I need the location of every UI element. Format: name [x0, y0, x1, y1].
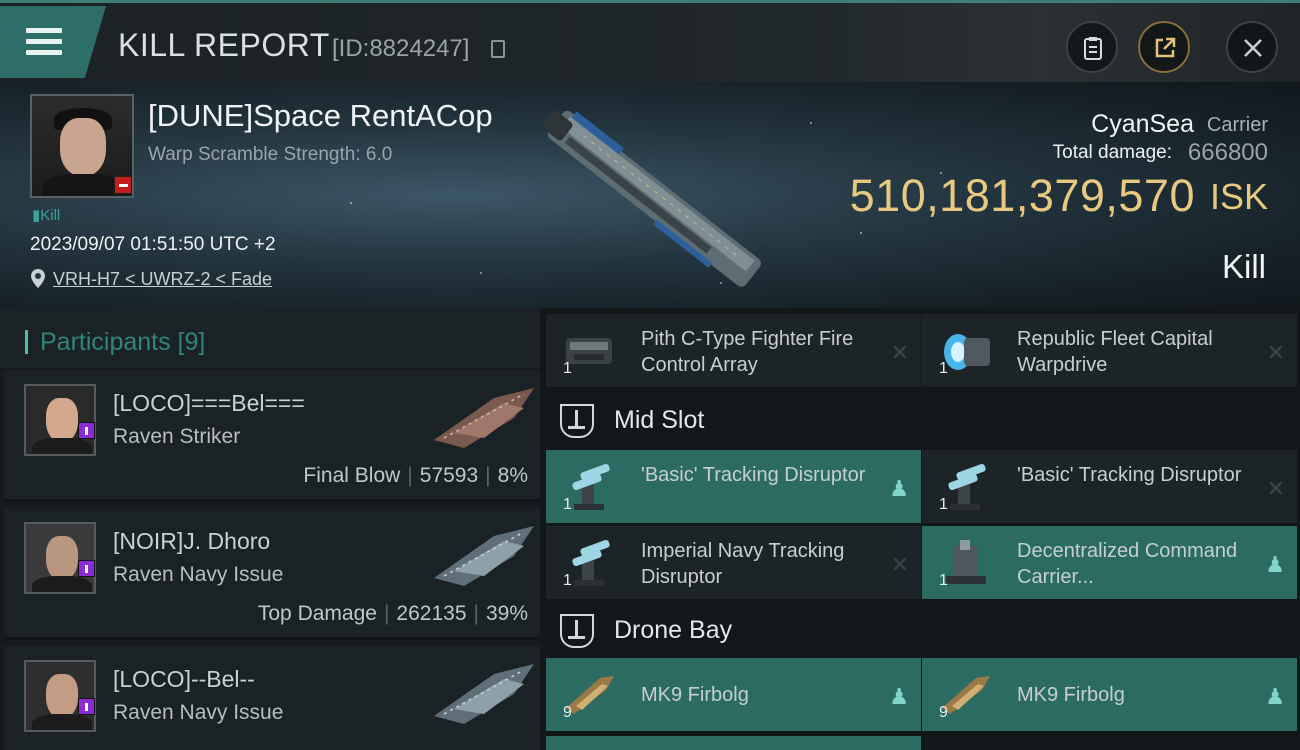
warp-scramble-strength: Warp Scramble Strength: 6.0: [148, 144, 393, 165]
item-quantity: 9: [563, 704, 572, 721]
item-name: 'Basic' Tracking Disruptor: [641, 464, 866, 486]
info-badge: [78, 698, 95, 715]
participant-portrait: [24, 522, 96, 594]
menu-icon: [26, 28, 62, 33]
drone-bay-label: Drone Bay: [614, 616, 733, 644]
stat-label: Final Blow: [303, 464, 401, 487]
page-title: KILL REPORT: [118, 27, 330, 63]
participant-ship-image: [434, 526, 534, 586]
item-name: MK9 Firbolg: [1017, 684, 1125, 706]
drone-bay-header: Drone Bay: [546, 604, 1296, 656]
item-quantity: 1: [939, 360, 948, 377]
item-name: 'Basic' Tracking Disruptor: [1017, 464, 1242, 486]
damage-value: 57593: [419, 464, 479, 487]
participant-row[interactable]: [LOCO]--Bel-- Raven Navy Issue: [4, 646, 540, 750]
item-quantity: 1: [563, 360, 572, 377]
item-name: Imperial Navy Tracking Disruptor: [641, 540, 845, 588]
item-card[interactable]: 1 Republic Fleet Capital Warpdrive ✕: [922, 314, 1297, 387]
share-icon: [1155, 37, 1176, 58]
item-card[interactable]: 9 MK9 Firbolg ♟: [922, 658, 1297, 731]
participant-stats: Final Blow | 57593 | 8%: [303, 464, 528, 487]
close-icon: [1244, 39, 1262, 57]
participant-ship: Raven Navy Issue: [113, 563, 284, 586]
clipboard-button[interactable]: [1066, 21, 1118, 73]
dropped-icon: ♟: [889, 476, 909, 501]
mid-slot-icon: [560, 404, 594, 438]
victim-ship-class: Carrier: [1206, 114, 1268, 136]
kill-tag-label: Kill: [40, 207, 61, 224]
kill-tag: ▮Kill: [32, 207, 61, 224]
item-name: MK9 Firbolg: [641, 684, 749, 706]
mid-slot-header: Mid Slot: [546, 394, 1296, 446]
participants-panel: Participants [9] [LOCO]===Bel=== Raven S…: [0, 308, 540, 750]
copy-icon[interactable]: [491, 40, 505, 58]
victim-ship-image: [541, 110, 761, 287]
mid-slot-label: Mid Slot: [614, 406, 705, 434]
participant-ship-image: [434, 664, 534, 724]
damage-percent: 39%: [485, 602, 528, 625]
victim-name[interactable]: [DUNE]Space RentACop: [148, 98, 493, 134]
participant-row[interactable]: [NOIR]J. Dhoro Raven Navy Issue Top Dama…: [4, 508, 540, 640]
location-link[interactable]: VRH-H7 < UWRZ-2 < Fade: [53, 269, 272, 290]
item-card[interactable]: [546, 736, 921, 750]
victim-ship-name[interactable]: CyanSea: [1091, 110, 1194, 139]
participant-portrait: [24, 660, 96, 732]
participant-ship: Raven Navy Issue: [113, 701, 284, 724]
kill-datetime: 2023/09/07 01:51:50 UTC +2: [30, 234, 276, 255]
participant-name: [NOIR]J. Dhoro: [113, 528, 271, 554]
kill-type: Kill: [1221, 248, 1266, 285]
total-damage-value: 666800: [1187, 139, 1268, 166]
item-name: Decentralized Command Carrier...: [1017, 540, 1238, 588]
standing-badge: [114, 176, 132, 194]
top-bar: KILL REPORT [ID:8824247]: [0, 0, 1300, 82]
damage-percent: 8%: [497, 464, 528, 487]
item-card[interactable]: 1 Imperial Navy Tracking Disruptor ✕: [546, 526, 921, 599]
close-button[interactable]: [1226, 21, 1278, 73]
total-damage-label: Total damage:: [1052, 142, 1172, 163]
menu-button[interactable]: [0, 6, 106, 78]
participant-name: [LOCO]===Bel===: [113, 390, 305, 416]
dropped-icon: ♟: [1265, 552, 1285, 577]
dropped-icon: ♟: [1265, 684, 1285, 709]
item-card[interactable]: 1 'Basic' Tracking Disruptor ♟: [546, 450, 921, 523]
item-card[interactable]: 1 Decentralized Command Carrier... ♟: [922, 526, 1297, 599]
item-name: Republic Fleet Capital Warpdrive: [1017, 328, 1213, 376]
item-name: Pith C-Type Fighter Fire Control Array: [641, 328, 854, 376]
stat-label: Top Damage: [257, 602, 377, 625]
destroyed-icon: ✕: [890, 340, 909, 365]
info-badge: [78, 560, 95, 577]
item-card[interactable]: 9 MK9 Firbolg ♟: [546, 658, 921, 731]
destroyed-icon: ✕: [1266, 340, 1285, 365]
report-id: [ID:8824247]: [332, 35, 470, 62]
item-quantity: 1: [563, 572, 572, 589]
items-panel: 1 Pith C-Type Fighter Fire Control Array…: [540, 308, 1300, 750]
share-button[interactable]: [1138, 21, 1190, 73]
item-quantity: 1: [563, 496, 572, 513]
participant-ship: Raven Striker: [113, 425, 241, 448]
destroyed-icon: ✕: [1266, 476, 1285, 501]
clipboard-icon: [1084, 37, 1102, 60]
participant-portrait: [24, 384, 96, 456]
item-card[interactable]: 1 Pith C-Type Fighter Fire Control Array…: [546, 314, 921, 387]
item-quantity: 1: [939, 572, 948, 589]
participant-stats: Top Damage | 262135 | 39%: [257, 602, 528, 625]
victim-panel: [DUNE]Space RentACop Warp Scramble Stren…: [0, 82, 1300, 308]
info-badge: [78, 422, 95, 439]
participants-header[interactable]: Participants [9]: [0, 308, 540, 368]
item-quantity: 1: [939, 496, 948, 513]
participant-ship-image: [434, 388, 534, 448]
destroyed-icon: ✕: [890, 552, 909, 577]
isk-value: 510,181,379,570: [849, 170, 1195, 221]
location-pin-icon: [31, 269, 45, 288]
drone-bay-icon: [560, 614, 594, 648]
damage-value: 262135: [396, 602, 467, 625]
item-quantity: 9: [939, 704, 948, 721]
dropped-icon: ♟: [889, 684, 909, 709]
isk-unit: ISK: [1209, 176, 1268, 217]
item-card[interactable]: 1 'Basic' Tracking Disruptor ✕: [922, 450, 1297, 523]
participants-title: Participants [9]: [40, 328, 206, 356]
participant-name: [LOCO]--Bel--: [113, 666, 255, 692]
participant-row[interactable]: [LOCO]===Bel=== Raven Striker Final Blow…: [4, 370, 540, 502]
